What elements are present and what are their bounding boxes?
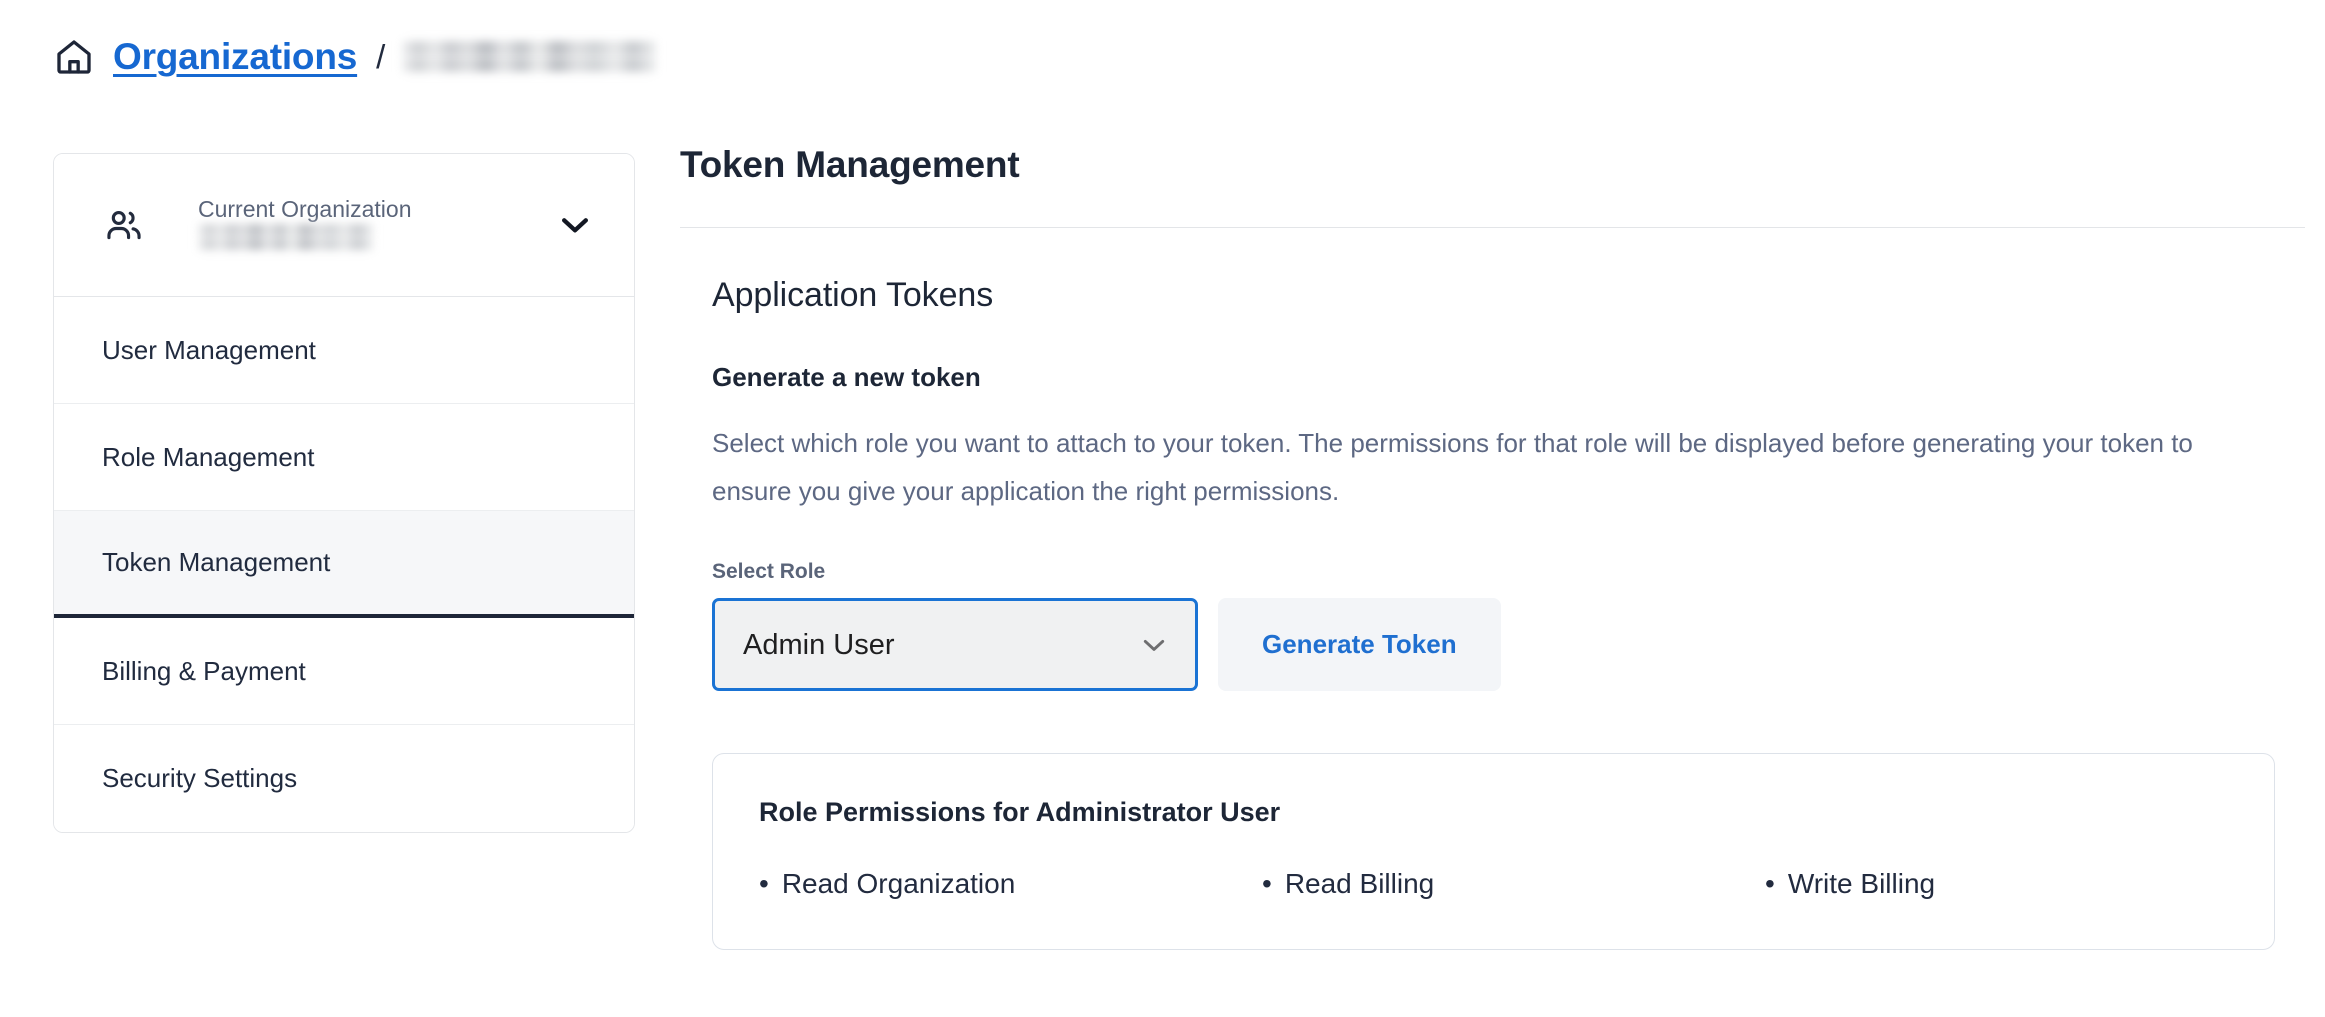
role-permissions-grid: • Read Organization • Read Billing • Wri…: [759, 867, 2228, 901]
generate-token-button[interactable]: Generate Token: [1218, 598, 1501, 691]
section-heading: Application Tokens: [712, 276, 994, 314]
org-switcher[interactable]: Current Organization: [54, 154, 634, 297]
permission-item: • Write Billing: [1765, 867, 2228, 901]
sidebar-item-billing-payment[interactable]: Billing & Payment: [54, 618, 634, 725]
permission-label: Write Billing: [1787, 868, 1936, 899]
sidebar-item-user-management[interactable]: User Management: [54, 297, 634, 404]
select-role-value: Admin User: [743, 628, 895, 661]
breadcrumb: Organizations /: [53, 34, 657, 80]
sidebar-item-role-management[interactable]: Role Management: [54, 404, 634, 511]
section-description: Select which role you want to attach to …: [712, 428, 2193, 506]
breadcrumb-link-organizations[interactable]: Organizations: [113, 36, 357, 78]
role-permissions-title: Role Permissions for Administrator User: [759, 797, 1281, 827]
main-content: Token Management Application Tokens Gene…: [680, 143, 2325, 950]
org-name-redacted: [198, 223, 373, 251]
org-switcher-name: [198, 223, 373, 255]
application-tokens-section: Application Tokens Generate a new token …: [680, 228, 2325, 950]
sidebar-item-label: Billing & Payment: [102, 655, 306, 686]
chevron-down-icon[interactable]: [552, 202, 598, 248]
sidebar-item-label: Security Settings: [102, 763, 298, 793]
bullet-icon: •: [1765, 868, 1775, 899]
role-permissions-card: Role Permissions for Administrator User …: [712, 753, 2275, 950]
users-icon: [102, 203, 146, 247]
page-title: Token Management: [680, 144, 1020, 185]
select-role-dropdown[interactable]: Admin User: [712, 598, 1198, 691]
sidebar-item-label: Token Management: [102, 547, 331, 577]
permission-item: • Read Organization: [759, 867, 1222, 901]
chevron-down-icon: [1137, 628, 1171, 662]
home-icon[interactable]: [53, 36, 95, 78]
permission-label: Read Billing: [1284, 868, 1435, 899]
sidebar: Current Organization User Management Rol…: [53, 153, 635, 833]
subsection-heading: Generate a new token: [712, 362, 981, 392]
permission-label: Read Organization: [781, 868, 1016, 899]
sidebar-item-token-management[interactable]: Token Management: [54, 511, 634, 618]
sidebar-nav-list: User Management Role Management Token Ma…: [54, 297, 634, 832]
breadcrumb-separator: /: [376, 38, 386, 75]
select-role-label: Select Role: [712, 560, 826, 583]
select-role-field-group: Select Role Admin User Generate Token: [712, 559, 2325, 691]
sidebar-item-security-settings[interactable]: Security Settings: [54, 725, 634, 832]
token-management-page: Organizations / Current Organization Use…: [0, 0, 2325, 1017]
permission-item: • Read Billing: [1262, 867, 1725, 901]
token-controls-row: Admin User Generate Token: [712, 598, 2325, 691]
sidebar-item-label: Role Management: [102, 441, 315, 472]
org-switcher-label: Current Organization: [198, 195, 412, 222]
breadcrumb-current-org-redacted: [402, 39, 657, 75]
sidebar-item-label: User Management: [102, 334, 316, 365]
bullet-icon: •: [1262, 868, 1272, 899]
bullet-icon: •: [759, 868, 769, 899]
org-switcher-texts: Current Organization: [198, 195, 552, 256]
